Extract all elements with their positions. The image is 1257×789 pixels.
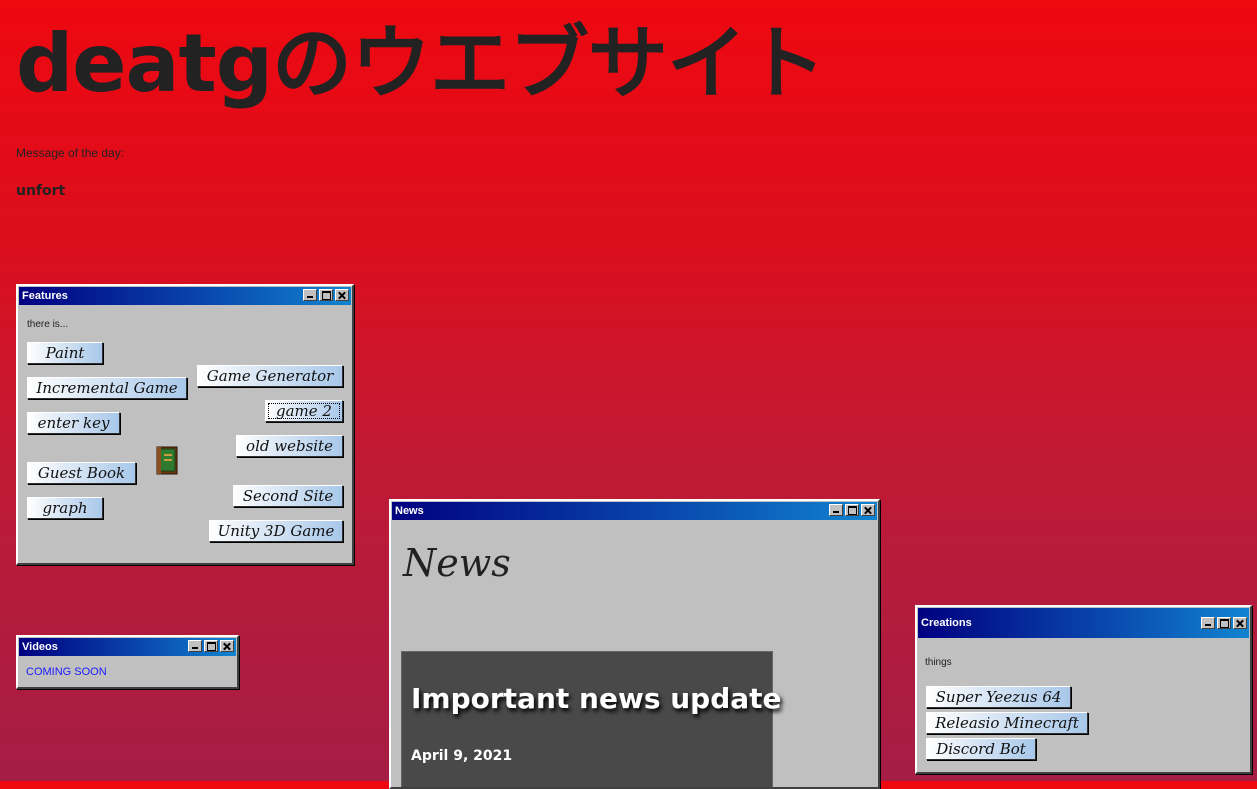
minimize-icon[interactable] bbox=[188, 640, 202, 652]
creations-intro: things bbox=[925, 657, 952, 668]
news-card-date: April 9, 2021 bbox=[411, 748, 513, 764]
news-window: News News Important news update April 9,… bbox=[389, 499, 880, 789]
close-icon[interactable] bbox=[1233, 617, 1247, 629]
coming-soon-text: COMING SOON bbox=[26, 666, 107, 678]
incremental-game-button[interactable]: Incremental Game bbox=[27, 377, 187, 399]
close-icon[interactable] bbox=[220, 640, 234, 652]
graph-button[interactable]: graph bbox=[27, 497, 103, 519]
videos-titlebar[interactable]: Videos bbox=[19, 638, 236, 656]
super-yeezus-64-button[interactable]: Super Yeezus 64 bbox=[926, 686, 1071, 708]
paint-button[interactable]: Paint bbox=[27, 342, 103, 364]
news-heading: News bbox=[403, 541, 511, 585]
creations-title: Creations bbox=[921, 617, 972, 629]
features-title: Features bbox=[22, 290, 68, 302]
minimize-icon[interactable] bbox=[303, 289, 317, 301]
motd-text: unfort bbox=[16, 183, 66, 199]
unity-3d-game-button[interactable]: Unity 3D Game bbox=[209, 520, 343, 542]
minimize-icon[interactable] bbox=[1201, 617, 1215, 629]
game-generator-button[interactable]: Game Generator bbox=[197, 365, 343, 387]
creations-titlebar[interactable]: Creations bbox=[918, 608, 1249, 638]
news-card-title[interactable]: Important news update bbox=[411, 682, 782, 715]
maximize-icon[interactable] bbox=[1217, 617, 1231, 629]
motd-label: Message of the day: bbox=[16, 146, 125, 160]
features-window: Features there is... Paint Incremental G… bbox=[16, 284, 354, 565]
maximize-icon[interactable] bbox=[845, 504, 859, 516]
site-title: deatgのウエブサイト bbox=[16, 17, 826, 110]
minimize-icon[interactable] bbox=[829, 504, 843, 516]
window-controls bbox=[1199, 617, 1247, 629]
videos-title: Videos bbox=[22, 641, 58, 653]
guest-book-icon[interactable] bbox=[155, 446, 179, 476]
game-2-button[interactable]: game 2 bbox=[265, 400, 343, 422]
close-icon[interactable] bbox=[335, 289, 349, 301]
window-controls bbox=[186, 640, 234, 652]
news-card[interactable]: Important news update April 9, 2021 bbox=[401, 651, 782, 787]
discord-bot-button[interactable]: Discord Bot bbox=[926, 738, 1036, 760]
window-controls bbox=[301, 289, 349, 301]
old-website-button[interactable]: old website bbox=[236, 435, 343, 457]
features-intro: there is... bbox=[27, 319, 69, 330]
window-controls bbox=[827, 504, 875, 516]
enter-key-button[interactable]: enter key bbox=[27, 412, 120, 434]
maximize-icon[interactable] bbox=[319, 289, 333, 301]
close-icon[interactable] bbox=[861, 504, 875, 516]
guest-book-button[interactable]: Guest Book bbox=[27, 462, 136, 484]
videos-window: Videos COMING SOON bbox=[16, 635, 239, 689]
creations-window: Creations things Super Yeezus 64 Releasi… bbox=[915, 605, 1252, 774]
features-titlebar[interactable]: Features bbox=[19, 287, 351, 305]
second-site-button[interactable]: Second Site bbox=[233, 485, 343, 507]
news-title: News bbox=[395, 505, 424, 517]
news-titlebar[interactable]: News bbox=[392, 502, 877, 520]
maximize-icon[interactable] bbox=[204, 640, 218, 652]
releasio-minecraft-button[interactable]: Releasio Minecraft bbox=[926, 712, 1088, 734]
